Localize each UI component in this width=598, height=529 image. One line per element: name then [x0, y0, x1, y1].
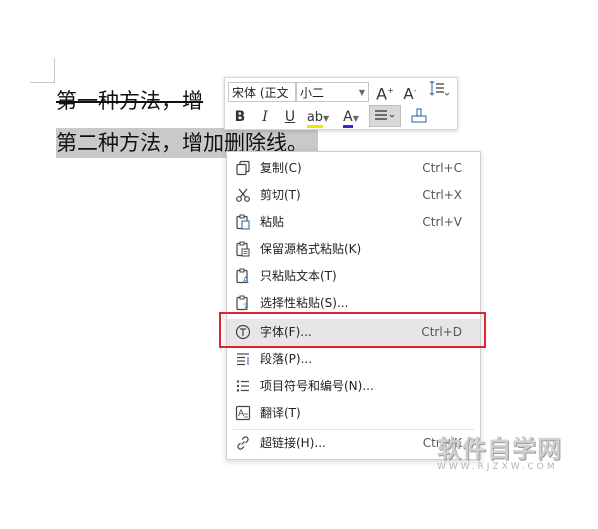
- context-menu: 复制(C) Ctrl+C 剪切(T) Ctrl+X 粘贴 Ctrl+V 保留源格…: [226, 151, 481, 460]
- mini-format-toolbar: 宋体 (正文 小二 ▼ A+ A- B I U ab▼ A▼: [224, 77, 458, 130]
- italic-button[interactable]: I: [255, 107, 275, 127]
- line-spacing-button[interactable]: [425, 80, 451, 101]
- page-corner-mark: [30, 58, 55, 83]
- font-size-combo[interactable]: 小二 ▼: [296, 82, 369, 102]
- grow-font-button[interactable]: A+: [375, 81, 395, 103]
- document-line-1[interactable]: 第一种方法，增: [56, 86, 203, 116]
- align-justify-icon: [375, 110, 395, 120]
- format-painter-icon: [411, 108, 427, 123]
- menu-item-bullets-numbering[interactable]: 项目符号和编号(N)...: [227, 373, 480, 400]
- menu-item-copy[interactable]: 复制(C) Ctrl+C: [227, 155, 480, 182]
- menu-item-paste-text-only[interactable]: A 只粘贴文本(T): [227, 263, 480, 290]
- annotation-highlight-box: [219, 312, 486, 348]
- svg-text:?: ?: [243, 303, 248, 311]
- align-button[interactable]: [369, 105, 401, 127]
- font-name-combo[interactable]: 宋体 (正文: [228, 82, 296, 102]
- paragraph-icon: [237, 353, 249, 366]
- format-painter-button[interactable]: [408, 107, 430, 127]
- paste-text-icon: A: [236, 268, 250, 284]
- highlight-button[interactable]: ab▼: [303, 107, 333, 128]
- paste-icon: [236, 214, 250, 230]
- font-color-icon: A: [343, 109, 353, 128]
- menu-item-paragraph[interactable]: 段落(P)...: [227, 346, 480, 373]
- link-icon: [237, 436, 249, 450]
- menu-item-translate[interactable]: A 翻译(T): [227, 400, 480, 427]
- svg-text:A: A: [243, 276, 250, 284]
- paste-special-icon: ?: [236, 295, 248, 311]
- shrink-font-button[interactable]: A-: [400, 81, 420, 103]
- chevron-down-icon: ▼: [358, 88, 365, 97]
- scissors-icon: [236, 188, 250, 202]
- copy-icon: [236, 160, 250, 176]
- bold-button[interactable]: B: [230, 107, 250, 127]
- font-name-value: 宋体 (正文: [232, 86, 289, 100]
- menu-item-paste[interactable]: 粘贴 Ctrl+V: [227, 209, 480, 236]
- menu-item-paste-keep-format[interactable]: 保留源格式粘贴(K): [227, 236, 480, 263]
- font-size-value: 小二: [300, 86, 325, 100]
- underline-button[interactable]: U: [280, 107, 300, 127]
- watermark-url: WWW.RJZXW.COM: [437, 462, 558, 472]
- site-watermark: 软件自学网 WWW.RJZXW.COM: [437, 429, 562, 472]
- highlight-icon: ab: [306, 110, 324, 128]
- bullet-list-icon: [236, 380, 249, 392]
- font-color-button[interactable]: A▼: [338, 107, 364, 128]
- svg-text:A: A: [238, 409, 245, 419]
- watermark-title: 软件自学网: [437, 435, 562, 463]
- translate-icon: A: [235, 405, 251, 421]
- menu-item-cut[interactable]: 剪切(T) Ctrl+X: [227, 182, 480, 209]
- paste-keep-format-icon: [236, 241, 250, 257]
- line-spacing-icon: [429, 80, 450, 96]
